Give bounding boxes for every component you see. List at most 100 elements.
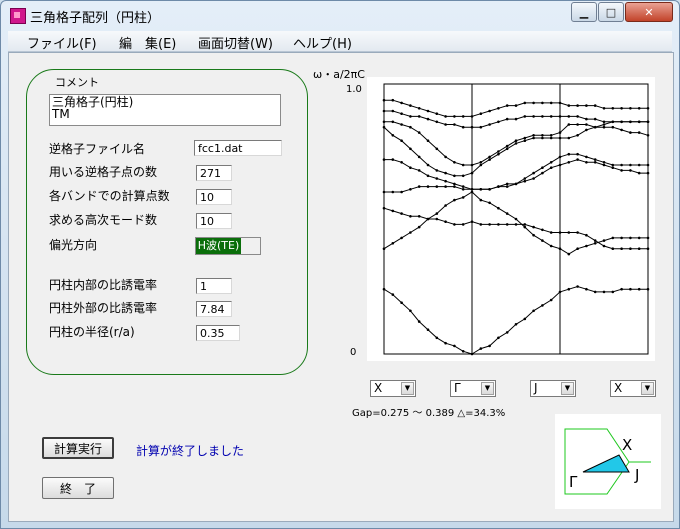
band-point [541, 239, 544, 242]
band-point [400, 236, 403, 240]
higher-modes-input[interactable]: 10 [196, 213, 232, 229]
band-point [637, 107, 641, 110]
reciprocal-file-label: 逆格子ファイル名 [49, 142, 146, 156]
gap-text: Gap=0.275 〜 0.389 △=34.3% [352, 408, 506, 419]
band-point [470, 115, 474, 118]
band-point [417, 155, 421, 159]
band-point [646, 120, 650, 124]
y-max-tick: 1.0 [346, 84, 362, 95]
menu-file[interactable]: ファイル(F) [27, 33, 97, 52]
band-point [629, 247, 632, 250]
outer-permittivity-input[interactable]: 7.84 [196, 301, 232, 317]
run-button[interactable]: 計算実行 [42, 437, 114, 459]
band-point [453, 344, 456, 348]
path-end-value: X [614, 381, 623, 395]
band-point [453, 223, 456, 226]
band-plot [367, 77, 655, 361]
menu-view[interactable]: 画面切替(W) [198, 33, 273, 52]
minimize-icon: ▁ [579, 5, 589, 19]
path-end-select[interactable]: X ▼ [610, 380, 656, 397]
band-point [479, 161, 483, 164]
brillouin-zone: X Γ J [555, 414, 661, 509]
polarization-value: H波(TE) [196, 238, 241, 254]
points-per-band-input[interactable]: 10 [196, 189, 232, 205]
band-point [532, 101, 535, 105]
reciprocal-count-input[interactable]: 271 [196, 165, 232, 181]
band-point [426, 109, 430, 113]
band-point [453, 161, 456, 164]
band-point [585, 123, 588, 126]
band-point [435, 120, 439, 124]
maximize-button[interactable]: □ [598, 2, 624, 22]
band-point [532, 134, 535, 137]
band-point [417, 225, 421, 229]
exit-button[interactable]: 終 了 [42, 477, 114, 499]
band-point [620, 247, 623, 250]
band-point [435, 112, 439, 115]
band-point [602, 239, 606, 242]
band-point [497, 150, 500, 153]
band-point [400, 139, 403, 142]
band-point [444, 123, 447, 126]
band-point [585, 104, 588, 107]
band-point [593, 242, 597, 245]
radius-label: 円柱の半径(r/a) [49, 325, 135, 339]
band-point [611, 236, 615, 240]
comment-field[interactable]: 三角格子(円柱) TM [49, 94, 281, 126]
path-start-select[interactable]: X ▼ [370, 380, 416, 397]
title-bar[interactable]: 三角格子配列（円柱） ▁ □ ✕ [1, 1, 679, 29]
band-point [479, 163, 483, 167]
band-point [435, 217, 439, 221]
band-point [532, 309, 535, 313]
path-point3-select[interactable]: J ▼ [530, 380, 576, 397]
band-point [497, 107, 500, 110]
band-line [383, 191, 648, 255]
band-point [532, 233, 535, 237]
band-point [567, 161, 571, 164]
band-point [549, 231, 553, 234]
band-point [629, 287, 632, 291]
band-point [514, 142, 518, 145]
points-per-band-label: 各バンドでの計算点数 [49, 189, 170, 203]
inner-permittivity-input[interactable]: 1 [196, 278, 232, 294]
band-point [585, 233, 588, 237]
menu-edit[interactable]: 編 集(E) [119, 33, 176, 52]
band-point [558, 131, 562, 134]
band-point [488, 201, 491, 205]
band-point [541, 166, 544, 169]
close-button[interactable]: ✕ [625, 2, 673, 22]
band-point [426, 163, 430, 167]
band-point [444, 220, 447, 223]
band-point [382, 247, 386, 250]
band-point [549, 166, 553, 169]
band-point [611, 166, 615, 169]
band-point [505, 144, 509, 148]
band-point [505, 104, 509, 107]
polarization-toggle[interactable]: H波(TE) [195, 237, 261, 255]
path-point2-select[interactable]: Γ ▼ [450, 380, 496, 397]
band-point [470, 352, 474, 356]
reciprocal-file-input[interactable]: fcc1.dat [194, 140, 282, 156]
band-point [505, 223, 509, 226]
radius-input[interactable]: 0.35 [196, 325, 240, 341]
band-point [593, 290, 597, 294]
band-point [444, 115, 447, 118]
polarization-label: 偏光方向 [49, 238, 98, 252]
menu-help[interactable]: ヘルプ(H) [293, 33, 352, 52]
band-point [611, 247, 615, 250]
band-point [409, 115, 412, 118]
band-point [391, 190, 395, 194]
band-point [435, 212, 439, 215]
band-point [409, 166, 412, 169]
band-point [444, 185, 447, 188]
app-icon[interactable] [10, 8, 26, 24]
band-point [611, 125, 615, 129]
comment-line: 三角格子(円柱) [52, 95, 134, 109]
band-point [470, 190, 474, 194]
band-point [620, 128, 623, 132]
band-point [461, 188, 465, 191]
band-point [453, 174, 456, 178]
minimize-button[interactable]: ▁ [571, 2, 597, 22]
path-point2-value: Γ [454, 381, 461, 395]
irreducible-zone [582, 454, 630, 473]
